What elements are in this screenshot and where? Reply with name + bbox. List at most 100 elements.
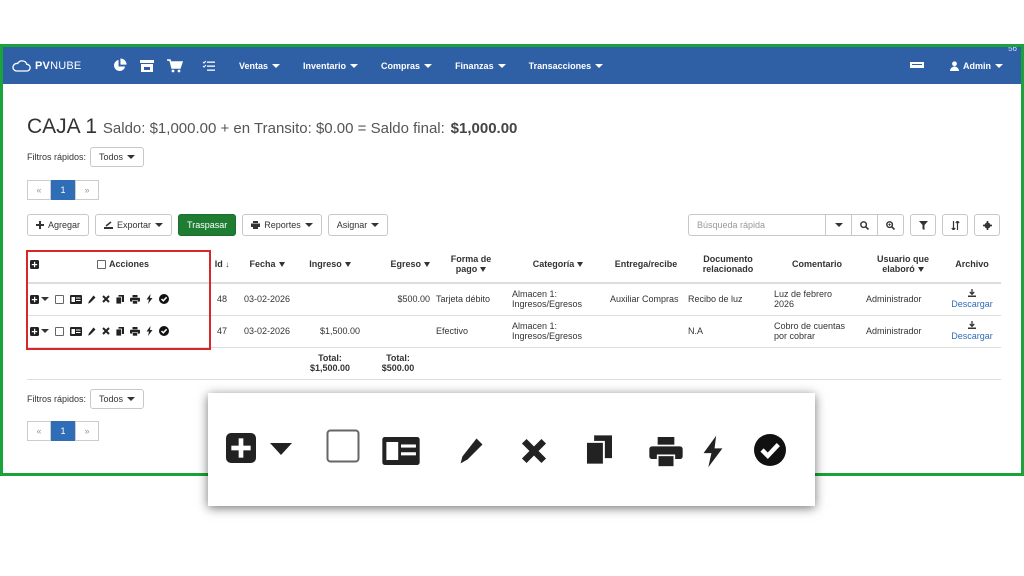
store-icon[interactable] xyxy=(137,56,157,76)
totals-row: Total: $1,500.00 Total: $500.00 xyxy=(27,347,1001,380)
cell-id: 48 xyxy=(207,283,237,316)
download-link[interactable]: Descargar xyxy=(951,331,993,341)
total-ingreso: Total: $1,500.00 xyxy=(297,347,363,380)
print-icon xyxy=(251,221,261,229)
pie-chart-icon[interactable] xyxy=(109,56,129,76)
quick-filters-dropdown[interactable]: Todos xyxy=(90,389,145,409)
col-documento: Documento relacionado xyxy=(685,246,771,284)
brand-light: NUBE xyxy=(50,59,82,72)
keyboard-icon[interactable] xyxy=(910,61,924,71)
advanced-search-button[interactable] xyxy=(878,214,904,236)
cell-forma-pago: Tarjeta débito xyxy=(433,283,509,316)
cell-fecha: 03-02-2026 xyxy=(237,283,297,316)
user-icon xyxy=(950,60,959,71)
cell-documento: Recibo de luz xyxy=(685,283,771,316)
pager-prev[interactable]: « xyxy=(27,421,51,441)
cell-entrega: Auxiliar Compras xyxy=(607,283,685,316)
menu-transacciones[interactable]: Transacciones xyxy=(529,61,604,71)
search-group: Búsqueda rápida xyxy=(688,214,1000,236)
cell-fecha: 03-02-2026 xyxy=(237,315,297,348)
pager-page-1[interactable]: 1 xyxy=(51,180,75,200)
cell-ingreso: $1,500.00 xyxy=(297,315,363,348)
export-icon xyxy=(104,220,114,229)
traspasar-button[interactable]: Traspasar xyxy=(178,214,237,236)
bolt-icon xyxy=(702,435,724,468)
col-categoria[interactable]: Categoría xyxy=(509,246,607,284)
search-input[interactable]: Búsqueda rápida xyxy=(688,214,826,236)
checkbox-icon xyxy=(326,429,360,463)
col-egreso[interactable]: Egreso xyxy=(363,246,433,284)
total-egreso: Total: $500.00 xyxy=(363,347,433,380)
gear-icon xyxy=(982,220,992,230)
cell-forma-pago: Efectivo xyxy=(433,315,509,348)
filter-button[interactable] xyxy=(910,214,936,236)
cell-archivo[interactable]: Descargar xyxy=(943,283,1001,316)
cell-comentario: Cobro de cuentas por cobrar xyxy=(771,315,863,348)
zoom-plus-icon xyxy=(886,220,895,230)
col-comentario: Comentario xyxy=(771,246,863,284)
corner-number: 56 xyxy=(1008,44,1017,53)
agregar-button[interactable]: Agregar xyxy=(27,214,90,236)
search-button[interactable] xyxy=(852,214,878,236)
pager-bottom: « 1 » xyxy=(27,421,99,441)
reportes-button[interactable]: Reportes xyxy=(242,214,322,236)
pencil-icon xyxy=(460,437,484,464)
cell-documento: N.A xyxy=(685,315,771,348)
pager-page-1[interactable]: 1 xyxy=(51,421,75,441)
cell-id: 47 xyxy=(207,315,237,348)
cell-egreso xyxy=(363,315,433,348)
menu-finanzas[interactable]: Finanzas xyxy=(455,61,506,71)
page-title: CAJA 1 Saldo: $1,000.00 + en Transito: $… xyxy=(27,115,517,139)
cart-icon[interactable] xyxy=(165,56,185,76)
filter-icon xyxy=(918,220,928,230)
menu-ventas[interactable]: Ventas xyxy=(239,61,281,71)
cell-categoria: Almacen 1: Ingresos/Egresos xyxy=(509,283,607,316)
plus-icon xyxy=(36,221,44,229)
pager-next[interactable]: » xyxy=(75,180,99,200)
quick-filters-bottom: Filtros rápidos: Todos xyxy=(27,389,145,409)
cell-comentario: Luz de febrero 2026 xyxy=(771,283,863,316)
cloud-icon xyxy=(12,59,31,72)
asignar-button[interactable]: Asignar xyxy=(327,214,389,236)
sort-icon xyxy=(950,220,960,230)
id-card-icon xyxy=(382,437,420,465)
checklist-icon[interactable] xyxy=(199,56,219,76)
menu-compras[interactable]: Compras xyxy=(381,61,433,71)
quick-filters-label: Filtros rápidos: xyxy=(27,152,87,162)
brand-logo[interactable]: PVNUBE xyxy=(11,60,101,72)
download-icon xyxy=(968,289,976,298)
actions-highlight-box xyxy=(26,250,211,350)
quick-filters-label: Filtros rápidos: xyxy=(27,394,87,404)
col-usuario[interactable]: Usuario que elaboró xyxy=(863,246,943,284)
download-icon xyxy=(968,321,976,329)
chevron-down-icon xyxy=(270,443,292,455)
admin-label: Admin xyxy=(963,60,991,71)
col-forma-pago[interactable]: Forma de pago xyxy=(433,246,509,284)
quick-filters-dropdown[interactable]: Todos xyxy=(90,147,145,167)
pager-prev[interactable]: « xyxy=(27,180,51,200)
cell-archivo[interactable]: Descargar xyxy=(943,315,1001,348)
quick-filters-top: Filtros rápidos: Todos xyxy=(27,147,145,167)
cell-entrega xyxy=(607,315,685,348)
actions-zoom-callout xyxy=(208,393,815,506)
saldo-final: $1,000.00 xyxy=(450,120,518,137)
col-fecha[interactable]: Fecha xyxy=(237,246,297,284)
col-ingreso[interactable]: Ingreso xyxy=(297,246,363,284)
cell-usuario: Administrador xyxy=(863,315,943,348)
sort-button[interactable] xyxy=(942,214,968,236)
toolbar: Agregar Exportar Traspasar Reportes Asig… xyxy=(27,214,394,236)
admin-menu[interactable]: Admin xyxy=(950,61,1003,71)
saldo-text: Saldo: $1,000.00 + en Transito: $0.00 = … xyxy=(102,120,445,137)
check-circle-icon xyxy=(754,434,786,466)
menu-inventario[interactable]: Inventario xyxy=(303,61,359,71)
print-icon xyxy=(648,437,684,467)
exportar-button[interactable]: Exportar xyxy=(95,214,173,236)
col-id[interactable]: Id ↓ xyxy=(207,246,237,284)
top-navbar: PVNUBE Ventas Inventario Compras Finanza… xyxy=(3,47,1021,84)
cell-categoria: Almacen 1: Ingresos/Egresos xyxy=(509,315,607,348)
download-link[interactable]: Descargar xyxy=(951,299,993,309)
cell-ingreso xyxy=(297,283,363,316)
search-dropdown[interactable] xyxy=(826,214,852,236)
settings-button[interactable] xyxy=(974,214,1000,236)
pager-next[interactable]: » xyxy=(75,421,99,441)
